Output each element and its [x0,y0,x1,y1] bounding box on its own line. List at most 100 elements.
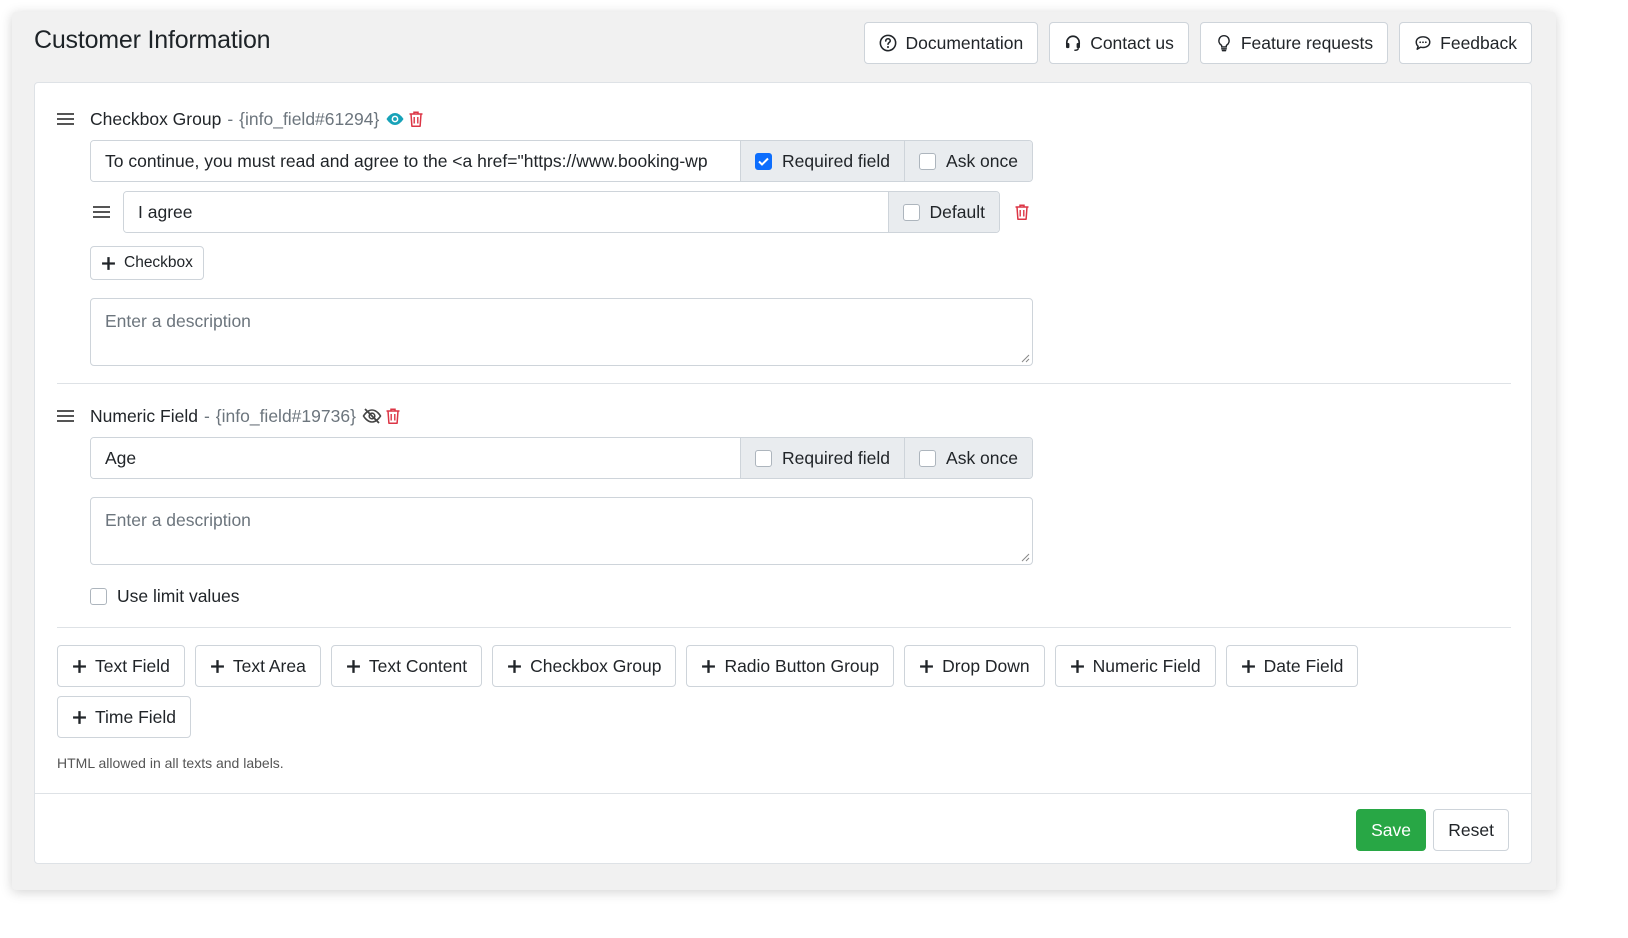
option-trash-icon[interactable] [1013,203,1031,221]
resize-grip-icon[interactable] [1020,552,1030,562]
option-input-group: I agree Default [123,191,1000,233]
add-text-field-label: Text Field [95,655,170,676]
numeric-label-group: Age Required field Ask once [90,437,1033,479]
ask-once-checkbox[interactable] [919,152,937,170]
add-drop-down-label: Drop Down [942,655,1030,676]
feature-requests-label: Feature requests [1240,32,1374,53]
field-token: {info_field#19736} [215,405,356,426]
documentation-button[interactable]: Documentation [864,22,1039,64]
add-radio-button-group-label: Radio Button Group [724,655,880,676]
field-type-label: Numeric Field [90,405,198,426]
use-limit-values-toggle[interactable]: Use limit values [90,586,240,607]
plus-icon [1241,659,1255,673]
field-header: Checkbox Group - {info_field#61294} [57,105,1511,133]
add-checkbox-group-label: Checkbox Group [530,655,662,676]
add-time-field-label: Time Field [95,706,177,727]
add-checkbox-label: Checkbox [124,254,193,271]
default-label: Default [929,201,985,222]
checkbox-group-label-group: To continue, you must read and agree to … [90,140,1033,182]
documentation-label: Documentation [905,32,1024,53]
add-text-field-button[interactable]: Text Field [57,645,185,687]
numeric-label-input[interactable]: Age [91,438,741,478]
resize-grip-icon[interactable] [1020,353,1030,363]
plus-icon [73,710,86,724]
headset-icon [1066,35,1081,52]
plus-icon [1070,659,1084,673]
plus-icon [702,659,716,673]
help-text: HTML allowed in all texts and labels. [57,755,284,771]
plus-icon [920,659,934,673]
add-numeric-field-button[interactable]: Numeric Field [1054,645,1216,687]
add-text-area-button[interactable]: Text Area [194,645,321,687]
add-field-toolbar: Text Field Text Area Text Content Checkb… [57,645,1397,738]
field-divider [57,383,1511,384]
required-field-toggle[interactable]: Required field [740,438,905,478]
plus-icon [508,659,522,673]
drag-handle-icon[interactable] [57,409,74,423]
use-limit-values-label: Use limit values [117,586,240,606]
card-footer: Save Reset [35,793,1531,863]
field-numeric: Numeric Field - {info_field#19736} [57,402,1511,430]
add-radio-button-group-button[interactable]: Radio Button Group [686,645,895,687]
field-token: {info_field#61294} [239,108,380,129]
plus-icon [73,659,86,673]
question-circle-icon [880,34,897,52]
add-text-area-label: Text Area [232,655,306,676]
feedback-button[interactable]: Feedback [1399,22,1532,64]
use-limit-values-checkbox[interactable] [90,588,107,605]
ask-once-checkbox[interactable] [919,449,937,467]
description-placeholder: Enter a description [105,510,251,530]
field-separator: - [203,405,210,426]
ask-once-label: Ask once [946,447,1018,468]
add-text-content-label: Text Content [368,655,468,676]
drag-handle-icon[interactable] [57,112,74,126]
field-separator: - [227,108,234,129]
customer-info-card: Checkbox Group - {info_field#61294} To c… [34,82,1532,864]
required-field-label: Required field [782,150,891,171]
ask-once-toggle[interactable]: Ask once [904,141,1032,181]
option-value-input[interactable]: I agree [124,192,888,232]
add-numeric-field-label: Numeric Field [1092,655,1201,676]
checkbox-group-description[interactable]: Enter a description [90,298,1033,366]
numeric-description[interactable]: Enter a description [90,497,1033,565]
page-title: Customer Information [34,26,271,54]
feature-requests-button[interactable]: Feature requests [1199,22,1389,64]
add-time-field-button[interactable]: Time Field [57,696,192,738]
header-toolbar: Documentation Contact us Feature request… [864,22,1532,64]
add-date-field-label: Date Field [1263,655,1344,676]
plus-icon [346,659,360,673]
eye-icon[interactable] [385,109,405,129]
required-field-label: Required field [782,447,891,468]
ask-once-label: Ask once [946,150,1018,171]
required-checkbox[interactable] [755,152,773,170]
reset-button[interactable]: Reset [1433,809,1509,851]
option-drag-handle-icon[interactable] [93,205,110,219]
plus-icon [210,659,224,673]
required-checkbox[interactable] [755,449,773,467]
add-date-field-button[interactable]: Date Field [1225,645,1359,687]
checkbox-group-label-input[interactable]: To continue, you must read and agree to … [91,141,741,181]
required-field-toggle[interactable]: Required field [740,141,905,181]
trash-icon[interactable] [407,110,425,128]
default-checkbox[interactable] [902,203,920,221]
add-checkbox-button[interactable]: Checkbox [90,246,204,280]
chat-bubble-icon [1415,36,1431,50]
eye-slash-icon[interactable] [362,406,382,426]
save-button[interactable]: Save [1356,809,1426,851]
add-text-content-button[interactable]: Text Content [330,645,483,687]
trash-icon[interactable] [384,407,402,425]
plus-icon [102,256,115,270]
add-checkbox-group-button[interactable]: Checkbox Group [492,645,677,687]
feedback-label: Feedback [1440,32,1517,53]
app-window: Customer Information Documentation Conta… [12,12,1556,890]
field-type-label: Checkbox Group [90,108,222,129]
default-toggle[interactable]: Default [887,192,999,232]
lightbulb-icon [1218,34,1230,52]
add-drop-down-button[interactable]: Drop Down [904,645,1045,687]
field-divider [57,627,1511,628]
field-checkbox-group: Checkbox Group - {info_field#61294} [57,105,1511,133]
field-header: Numeric Field - {info_field#19736} [57,402,1511,430]
description-placeholder: Enter a description [105,311,251,331]
ask-once-toggle[interactable]: Ask once [904,438,1032,478]
contact-us-button[interactable]: Contact us [1049,22,1189,64]
